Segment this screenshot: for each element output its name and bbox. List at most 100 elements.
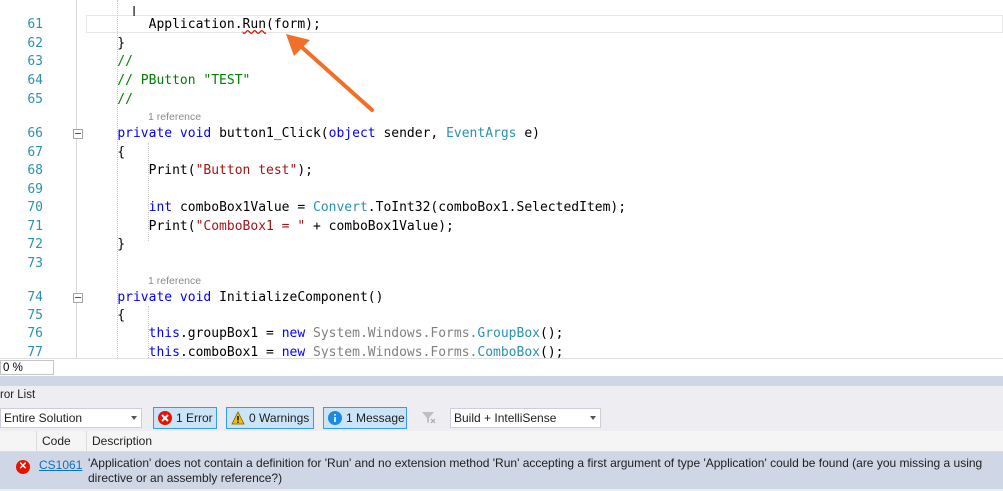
code-text: //: [86, 90, 133, 109]
code-token: .comboBox1 =: [179, 345, 282, 358]
line-number: 76: [27, 326, 43, 341]
code-token: "Button test": [195, 163, 298, 178]
build-filter-dropdown[interactable]: Build + IntelliSense: [450, 408, 601, 428]
code-token: System.Windows.Forms.: [313, 326, 478, 341]
code-line: 76 this.groupBox1 = new System.Windows.F…: [0, 324, 1003, 343]
indent-guide: [148, 143, 149, 241]
build-filter-value: Build + IntelliSense: [454, 411, 557, 425]
line-number: 73: [27, 256, 43, 271]
line-number: 61: [27, 17, 43, 32]
code-text: this.groupBox1 = new System.Windows.Form…: [86, 324, 564, 343]
panel-title: ror List: [0, 389, 36, 401]
code-text: {: [86, 143, 125, 162]
code-token: //: [86, 92, 133, 107]
code-token: .groupBox1 =: [179, 326, 282, 341]
code-token: // PButton "TEST": [86, 73, 251, 88]
code-line: 75 {: [0, 306, 1003, 325]
code-line: 71 Print("ComboBox1 = " + comboBox1Value…: [0, 217, 1003, 236]
code-line: 61 Application.Run(form);: [0, 15, 1003, 34]
error-row[interactable]: ✕ CS1061 'Application' does not contain …: [0, 452, 1003, 489]
line-number: 71: [27, 219, 43, 234]
error-description: 'Application' does not contain a definit…: [88, 456, 983, 485]
line-number: 70: [27, 200, 43, 215]
warnings-filter-button[interactable]: 0 Warnings: [226, 407, 314, 429]
code-token: );: [297, 163, 313, 178]
editor-status-bar: 0 %: [0, 358, 1003, 377]
info-icon: [328, 411, 342, 425]
code-token: sender,: [383, 126, 447, 141]
code-token: }: [86, 237, 126, 252]
code-line: 77 this.comboBox1 = new System.Windows.F…: [0, 343, 1003, 358]
code-token: GroupBox: [477, 326, 540, 341]
code-text: private void button1_Click(object sender…: [86, 124, 540, 143]
chevron-down-icon: [131, 416, 137, 420]
code-token: this: [148, 326, 180, 341]
code-token: private void: [117, 290, 220, 305]
error-grid-header: Code Description: [0, 431, 1003, 452]
line-number: 72: [27, 237, 43, 252]
code-editor[interactable]: 61 Application.Run(form); 62 } 63 //64 // …: [0, 0, 1003, 358]
code-column-header[interactable]: Code: [36, 431, 86, 451]
line-number: 77: [27, 345, 43, 358]
warnings-filter-label: 0 Warnings: [249, 411, 310, 425]
description-column-header[interactable]: Description: [86, 431, 292, 451]
codelens-reference-link[interactable]: 1 reference: [148, 274, 201, 288]
error-list-toolbar: Entire Solution 1 Error 0 Warnings 1 Mes…: [0, 406, 1003, 430]
code-text: Print("ComboBox1 = " + comboBox1Value);: [86, 217, 454, 236]
code-token: InitializeComponent(): [219, 290, 384, 305]
line-number: 75: [27, 308, 43, 323]
line-number: 63: [27, 54, 43, 69]
codelens-reference-link[interactable]: 1 reference: [148, 110, 201, 124]
code-token: ComboBox: [477, 345, 540, 358]
line-number: 69: [27, 182, 43, 197]
errors-filter-button[interactable]: 1 Error: [153, 407, 217, 429]
line-number: 67: [27, 145, 43, 160]
code-line: 73: [0, 254, 1003, 273]
code-text: this.comboBox1 = new System.Windows.Form…: [86, 343, 564, 358]
error-squiggle: Run: [242, 17, 267, 32]
scope-dropdown[interactable]: Entire Solution: [0, 408, 142, 428]
code-text: private void InitializeComponent(): [86, 288, 383, 307]
annotation-arrow-icon: [286, 34, 374, 112]
code-line: 66 private void button1_Click(object sen…: [0, 124, 1003, 143]
code-text: }: [86, 235, 125, 254]
code-token: Convert: [313, 200, 368, 215]
icon-column-header[interactable]: [0, 431, 13, 451]
zoom-level-box[interactable]: 0 %: [0, 360, 54, 375]
messages-filter-button[interactable]: 1 Message: [323, 407, 407, 429]
line-number: 68: [27, 163, 43, 178]
collapse-outline-icon[interactable]: [73, 129, 83, 139]
warning-icon: [231, 411, 245, 425]
indent-guide: [117, 0, 118, 358]
code-token: int: [148, 200, 180, 215]
code-line: 69: [0, 180, 1003, 199]
code-token: new: [281, 345, 313, 358]
code-text: //: [86, 52, 133, 71]
code-line: 68 Print("Button test");: [0, 161, 1003, 180]
code-token: private void: [117, 126, 220, 141]
error-code-link[interactable]: CS1061: [39, 458, 82, 472]
code-line: 74 private void InitializeComponent(): [0, 288, 1003, 307]
errors-filter-label: 1 Error: [176, 411, 213, 425]
code-line: 64 // PButton "TEST": [0, 71, 1003, 90]
code-token: + comboBox1Value);: [305, 219, 454, 234]
clear-filter-icon[interactable]: [420, 409, 436, 425]
code-token: Print(: [86, 163, 196, 178]
code-token: new: [281, 326, 313, 341]
collapse-outline-icon[interactable]: [73, 293, 83, 303]
indent-guide: [148, 306, 149, 358]
scope-dropdown-value: Entire Solution: [4, 411, 83, 425]
code-line: 62 }: [0, 34, 1003, 53]
code-token: ();: [540, 345, 564, 358]
error-list-panel: ror List Entire Solution 1 Error 0 Warni…: [0, 386, 1003, 491]
panel-splitter[interactable]: [0, 376, 1003, 386]
code-token: System.Windows.Forms.: [313, 345, 478, 358]
messages-filter-label: 1 Message: [346, 411, 405, 425]
code-token: button1_Click(: [219, 126, 329, 141]
code-text: Print("Button test");: [86, 161, 313, 180]
code-text: {: [86, 306, 125, 325]
code-token: "ComboBox1 = ": [195, 219, 306, 234]
code-token: {: [86, 308, 126, 323]
